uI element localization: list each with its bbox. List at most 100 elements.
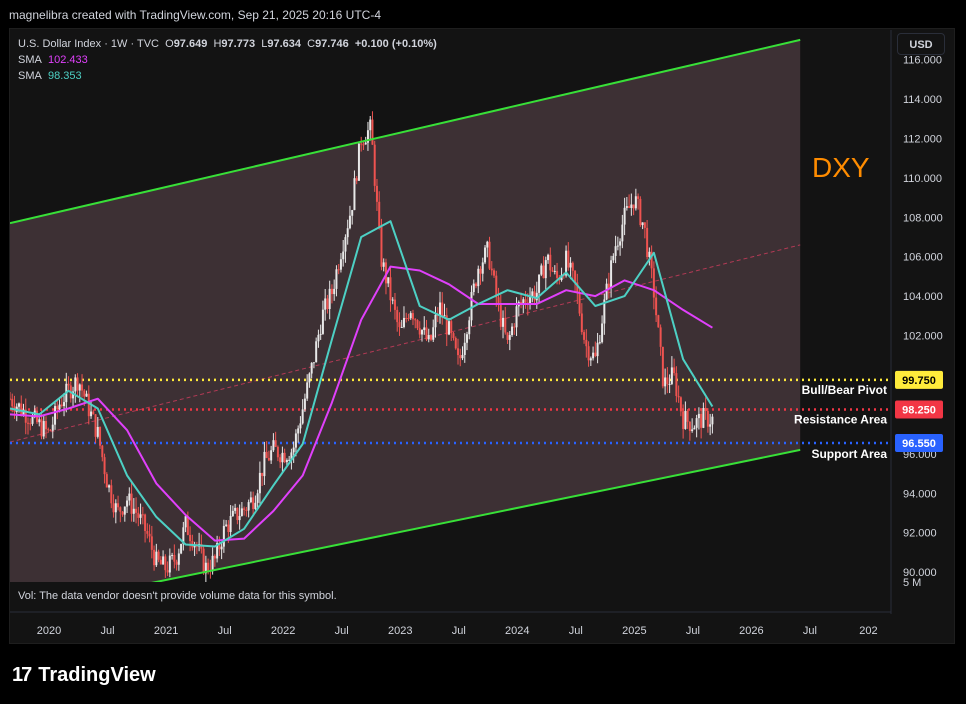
change-value: +0.100 (+0.10%) — [354, 38, 437, 50]
candle-body-35 — [87, 393, 90, 417]
candle-body-55 — [132, 508, 135, 514]
candle-body-153 — [353, 178, 356, 211]
candle-body-30 — [76, 377, 79, 391]
candle-body-208 — [477, 268, 480, 287]
chart-legend: U.S. Dollar Index · 1W · TVC O97.649 H97… — [18, 36, 437, 84]
candle-body-180 — [414, 319, 417, 321]
candle-body-243 — [556, 270, 559, 278]
candle-body-94 — [220, 546, 223, 550]
candle-body-142 — [328, 288, 331, 309]
candle-body-207 — [475, 283, 478, 287]
candle-body-1 — [11, 398, 14, 407]
candle-body-59 — [141, 514, 144, 516]
sma-long-row[interactable]: SMA 102.433 — [18, 52, 437, 68]
candle-body-37 — [92, 411, 95, 415]
sma-long-label: SMA — [18, 54, 42, 66]
candle-body-19 — [51, 424, 54, 431]
candle-body-139 — [321, 309, 324, 334]
candle-body-144 — [333, 288, 336, 295]
time-tick-label: Jul — [218, 625, 232, 637]
candle-body-175 — [402, 317, 405, 327]
high-value: 97.773 — [221, 38, 256, 50]
candle-body-46 — [112, 503, 115, 513]
candle-body-308 — [702, 408, 705, 428]
candle-body-95 — [222, 525, 225, 547]
candle-body-279 — [637, 196, 640, 199]
candle-body-169 — [389, 277, 392, 301]
candle-body-255 — [583, 332, 586, 340]
candle-body-284 — [648, 251, 651, 257]
candle-body-23 — [60, 404, 63, 407]
candle-body-63 — [150, 536, 153, 550]
candle-body-61 — [146, 530, 149, 534]
candle-body-79 — [186, 516, 189, 535]
candle-body-220 — [504, 317, 507, 333]
price-tick-label: 116.000 — [903, 55, 942, 67]
candle-body-170 — [391, 299, 394, 301]
candle-body-149 — [344, 237, 347, 252]
price-tick-label: 94.000 — [903, 488, 937, 500]
candle-body-225 — [515, 306, 518, 328]
time-tick-label: Jul — [686, 625, 700, 637]
candle-body-36 — [90, 411, 93, 417]
candle-body-71 — [168, 555, 171, 573]
candle-body-110 — [256, 493, 259, 503]
tradingview-brand: 17 TradingView — [12, 662, 156, 688]
candle-body-9 — [29, 423, 32, 425]
candle-body-67 — [159, 559, 162, 565]
time-tick-label: Jul — [101, 625, 115, 637]
candle-body-302 — [688, 421, 691, 432]
candle-body-277 — [632, 204, 635, 209]
candle-body-214 — [490, 268, 493, 271]
open-label: O — [165, 38, 174, 50]
candle-body-156 — [360, 143, 363, 145]
candle-body-33 — [83, 390, 86, 397]
candle-body-181 — [416, 320, 419, 329]
candle-body-209 — [479, 268, 482, 274]
candle-body-40 — [99, 426, 102, 446]
candle-body-160 — [369, 119, 372, 131]
candle-body-29 — [74, 377, 77, 392]
symbol-label[interactable]: U.S. Dollar Index · 1W · TVC — [18, 38, 159, 50]
candle-body-172 — [396, 309, 399, 323]
candle-body-148 — [342, 251, 345, 260]
price-tick-label: 106.000 — [903, 252, 943, 264]
candle-body-20 — [54, 406, 57, 425]
candle-body-132 — [306, 382, 309, 399]
candle-body-280 — [639, 198, 642, 226]
candle-body-263 — [601, 323, 604, 343]
level-label-2: Support Area — [811, 447, 887, 461]
candle-body-237 — [542, 265, 545, 279]
candle-body-114 — [265, 451, 268, 458]
candle-body-217 — [497, 297, 500, 304]
candle-body-129 — [299, 423, 302, 429]
ohlc-row: U.S. Dollar Index · 1W · TVC O97.649 H97… — [18, 36, 437, 52]
candle-body-195 — [448, 321, 450, 335]
sma-short-row[interactable]: SMA 98.353 — [18, 68, 437, 84]
candle-body-174 — [400, 326, 403, 328]
candle-body-127 — [294, 433, 297, 448]
candle-body-100 — [234, 507, 237, 511]
candle-body-52 — [126, 500, 129, 507]
level-label-0: Bull/Bear Pivot — [802, 383, 887, 397]
candle-body-161 — [371, 119, 374, 145]
candle-body-173 — [398, 322, 401, 328]
candle-body-113 — [263, 451, 266, 477]
currency-button[interactable]: USD — [897, 33, 945, 55]
candle-body-271 — [619, 241, 622, 246]
candle-body-45 — [110, 485, 113, 504]
candle-body-176 — [405, 317, 408, 319]
candle-body-242 — [553, 270, 556, 272]
candle-body-147 — [339, 259, 342, 270]
candle-body-22 — [58, 404, 61, 410]
price-tick-label: 110.000 — [903, 173, 942, 185]
time-tick-label: 2022 — [271, 625, 295, 637]
candle-body-111 — [258, 472, 261, 494]
candle-body-112 — [261, 472, 264, 477]
candle-body-105 — [245, 509, 248, 511]
candle-body-56 — [135, 508, 138, 513]
time-tick-label: 2025 — [622, 625, 646, 637]
candle-body-53 — [128, 493, 131, 501]
candle-body-198 — [454, 338, 457, 349]
candle-body-215 — [493, 270, 496, 276]
